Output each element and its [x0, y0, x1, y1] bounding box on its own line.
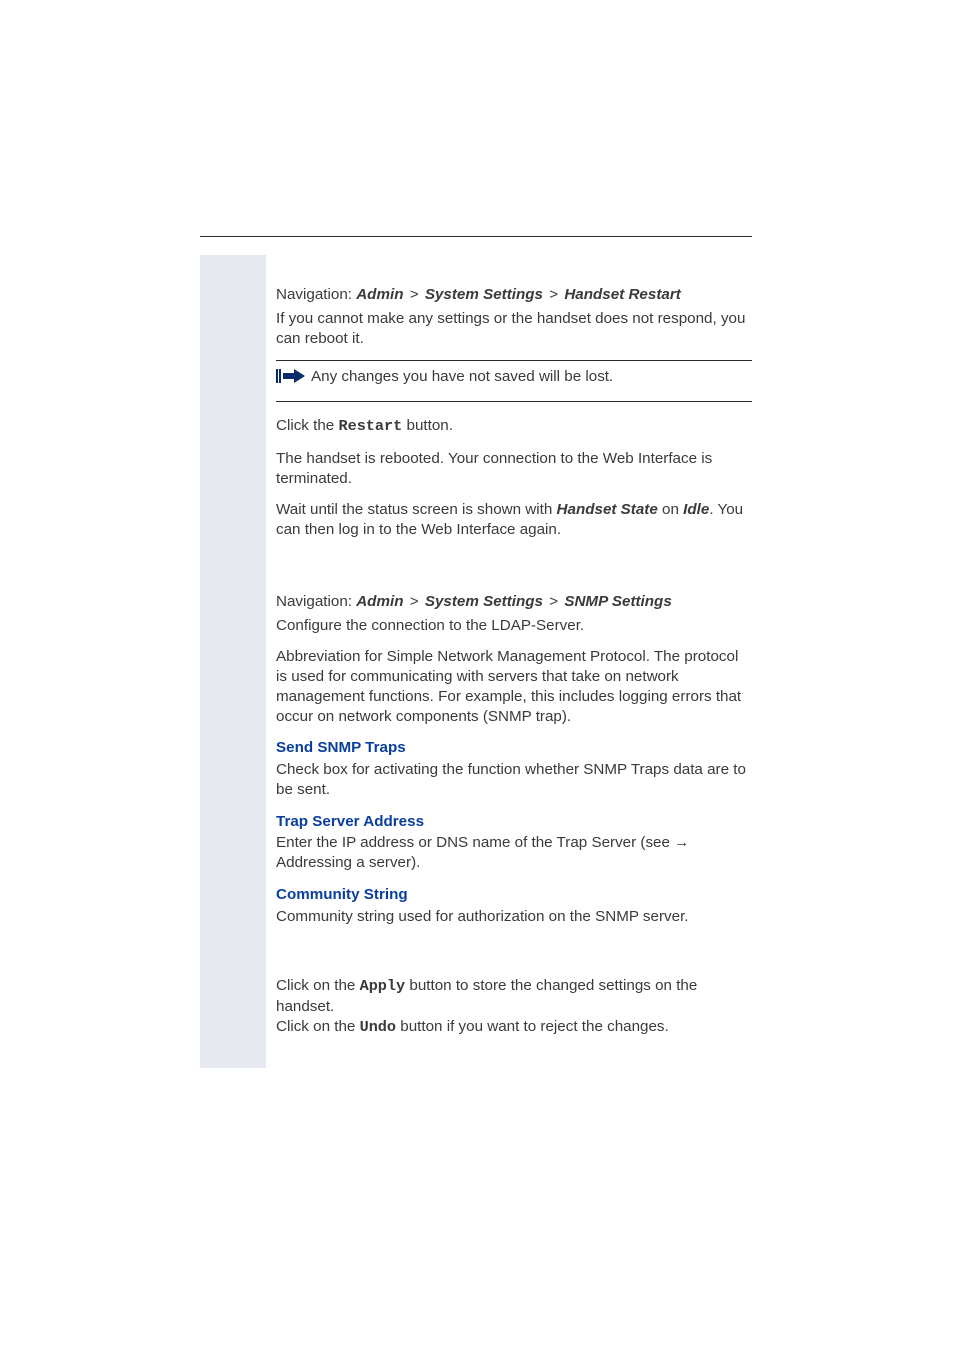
trap-server-text: Enter the IP address or DNS name of the …: [276, 833, 752, 873]
heading-community-string: Community String: [276, 885, 752, 905]
nav-part-system-settings: System Settings: [425, 286, 543, 303]
nav-sep: >: [547, 593, 560, 610]
wait-mid: on: [658, 501, 683, 518]
apply-button-label: Apply: [360, 977, 406, 995]
undo-suffix: button if you want to reject the changes…: [396, 1018, 669, 1035]
nav-part-admin: Admin: [356, 593, 403, 610]
send-snmp-text: Check box for activating the function wh…: [276, 760, 752, 800]
header-rule: [200, 236, 752, 237]
apply-prefix: Click on the: [276, 977, 360, 994]
note-box: Any changes you have not saved will be l…: [276, 360, 752, 402]
nav-snmp-settings: Navigation: Admin > System Settings > SN…: [276, 592, 752, 612]
trap-prefix: Enter the IP address or DNS name of the …: [276, 834, 674, 851]
click-suffix: button.: [402, 417, 453, 434]
nav-label: Navigation:: [276, 286, 352, 303]
undo-prefix: Click on the: [276, 1018, 360, 1035]
handset-state-label: Handset State: [557, 501, 658, 518]
nav-label: Navigation:: [276, 593, 352, 610]
heading-trap-server-address: Trap Server Address: [276, 812, 752, 832]
nav-part-system-settings: System Settings: [425, 593, 543, 610]
nav-part-handset-restart: Handset Restart: [564, 286, 680, 303]
idle-label: Idle: [683, 501, 709, 518]
restart-button-label: Restart: [338, 417, 402, 435]
abbrev-text: Abbreviation for Simple Network Manageme…: [276, 647, 752, 726]
wait-text: Wait until the status screen is shown wi…: [276, 500, 752, 540]
click-prefix: Click the: [276, 417, 338, 434]
click-restart-text: Click the Restart button.: [276, 416, 752, 437]
community-string-text: Community string used for authorization …: [276, 907, 752, 927]
intro-text: If you cannot make any settings or the h…: [276, 309, 752, 349]
nav-part-admin: Admin: [356, 286, 403, 303]
content-wrap: Navigation: Admin > System Settings > Ha…: [200, 255, 752, 1068]
note-text: Any changes you have not saved will be l…: [311, 367, 613, 387]
undo-button-label: Undo: [360, 1018, 396, 1036]
note-arrow-icon: [276, 367, 305, 383]
configure-text: Configure the connection to the LDAP-Ser…: [276, 616, 752, 636]
right-arrow-icon: →: [674, 834, 689, 851]
nav-part-snmp-settings: SNMP Settings: [564, 593, 671, 610]
undo-text: Click on the Undo button if you want to …: [276, 1017, 752, 1038]
wait-prefix: Wait until the status screen is shown wi…: [276, 501, 557, 518]
rebooted-text: The handset is rebooted. Your connection…: [276, 449, 752, 489]
nav-handset-restart: Navigation: Admin > System Settings > Ha…: [276, 285, 752, 305]
nav-sep: >: [547, 286, 560, 303]
sidebar-column: [200, 255, 266, 1068]
apply-text: Click on the Apply button to store the c…: [276, 976, 752, 1017]
nav-sep: >: [408, 593, 421, 610]
nav-sep: >: [408, 286, 421, 303]
trap-suffix: Addressing a server).: [276, 854, 420, 871]
main-column: Navigation: Admin > System Settings > Ha…: [266, 255, 752, 1068]
heading-send-snmp-traps: Send SNMP Traps: [276, 738, 752, 758]
page: Navigation: Admin > System Settings > Ha…: [0, 0, 954, 1351]
